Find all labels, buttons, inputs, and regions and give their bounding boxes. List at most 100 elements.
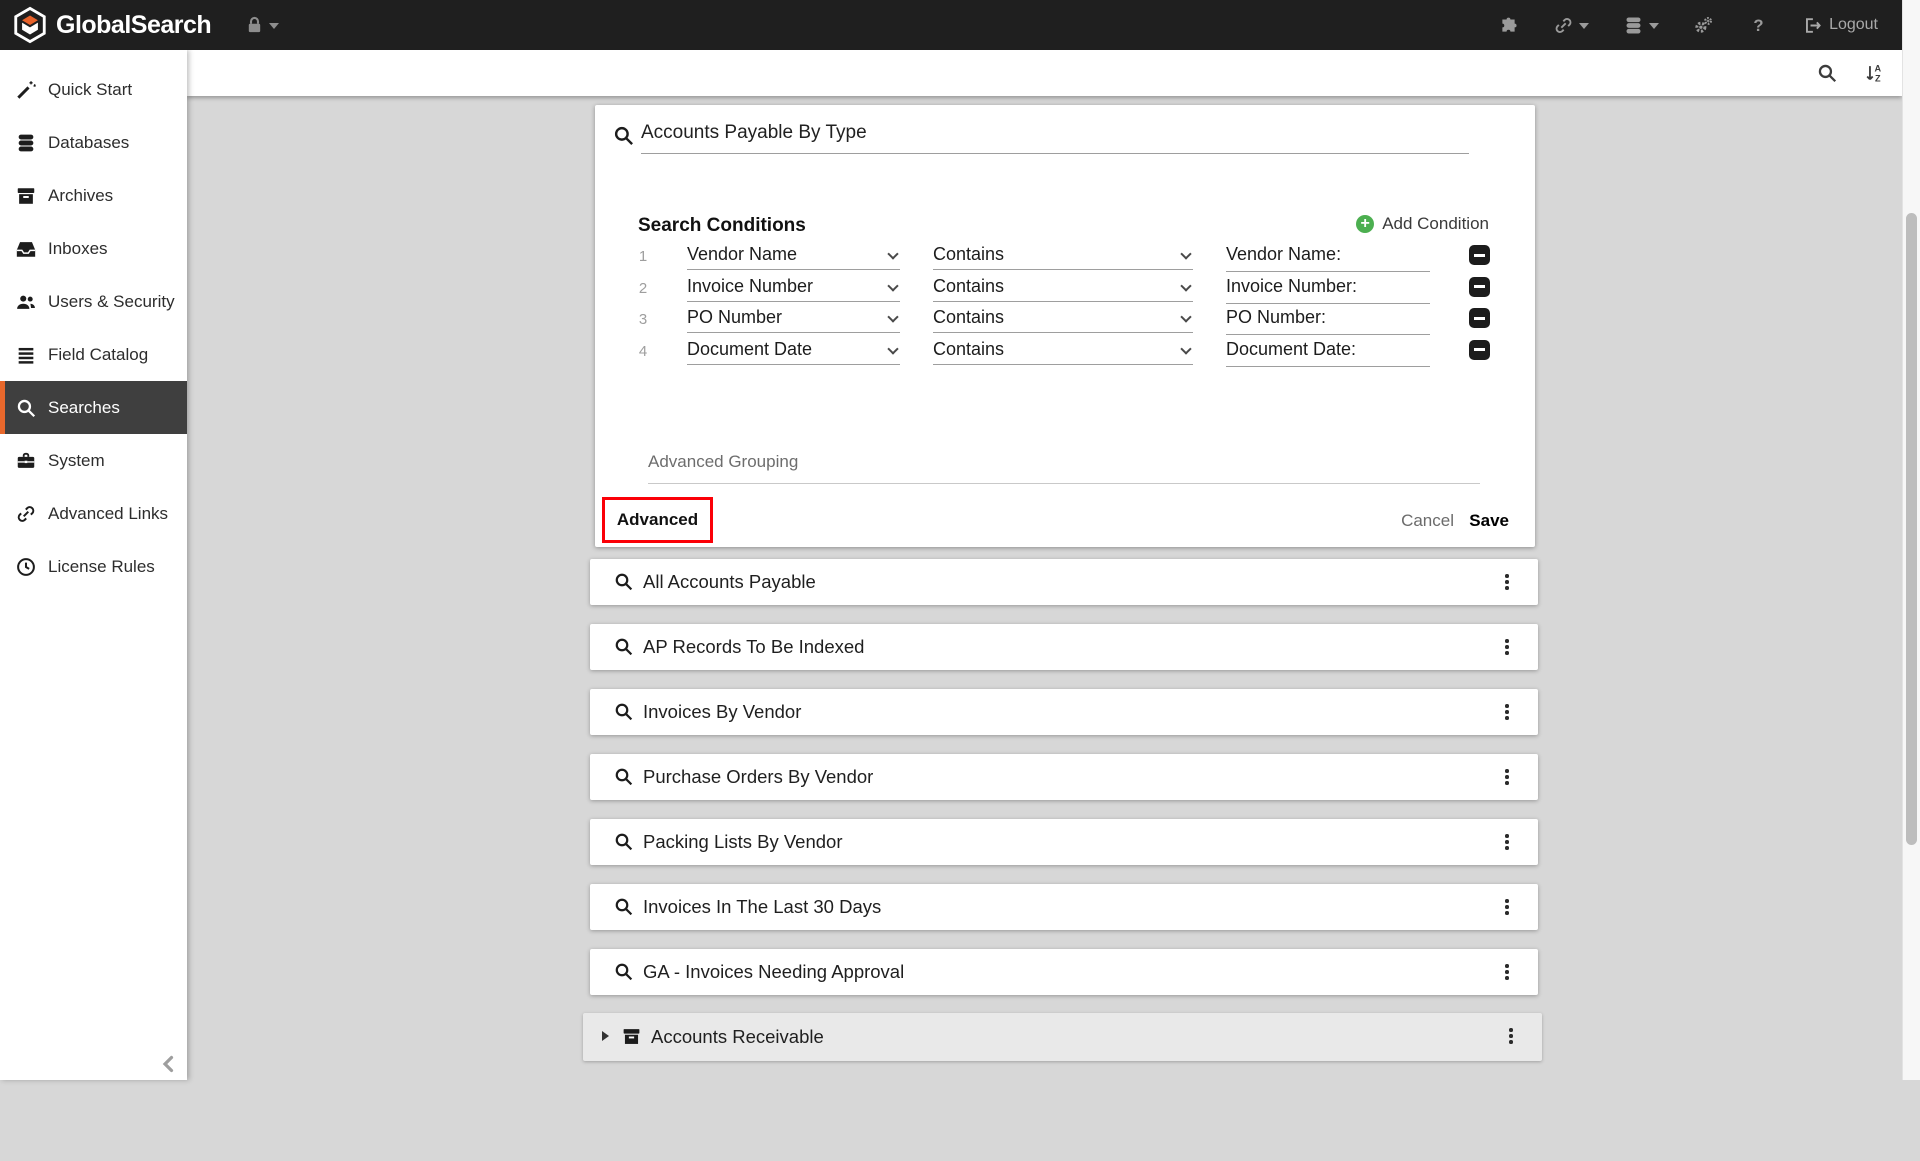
link-icon [1553, 15, 1574, 36]
search-icon [612, 124, 635, 147]
gears-icon [1693, 15, 1714, 36]
search-icon[interactable] [1816, 62, 1838, 84]
saved-search-row[interactable]: Packing Lists By Vendor [590, 819, 1538, 865]
save-button[interactable]: Save [1469, 511, 1509, 531]
operator-select[interactable]: Contains [933, 305, 1193, 333]
condition-number: 2 [635, 280, 651, 297]
prompt-input[interactable] [1226, 242, 1430, 272]
search-icon [613, 896, 634, 917]
advanced-button[interactable]: Advanced [602, 497, 713, 543]
saved-search-label: All Accounts Payable [643, 571, 816, 593]
search-editor-card: Search Conditions + Add Condition 1 Vend… [595, 105, 1535, 547]
saved-search-row[interactable]: All Accounts Payable [590, 559, 1538, 605]
saved-search-label: GA - Invoices Needing Approval [643, 961, 904, 983]
header-nav-button[interactable] [1498, 15, 1519, 36]
row-menu-button[interactable] [1498, 960, 1516, 984]
search-icon [613, 961, 634, 982]
sidebar-item[interactable]: Databases [0, 116, 187, 169]
sidebar-item-label: Quick Start [48, 80, 132, 100]
row-menu-button[interactable] [1498, 700, 1516, 724]
operator-select[interactable]: Contains [933, 274, 1193, 302]
operator-select[interactable]: Contains [933, 337, 1193, 365]
caret-down-icon [1579, 23, 1589, 29]
saved-search-label: Packing Lists By Vendor [643, 831, 843, 853]
remove-condition-button[interactable] [1469, 340, 1490, 360]
sidebar-item[interactable]: Searches [0, 381, 187, 434]
expand-triangle-icon[interactable] [602, 1031, 609, 1041]
advanced-grouping-label: Advanced Grouping [648, 452, 1480, 472]
search-icon [613, 571, 634, 592]
sidebar: Quick Start Databases Archives Inboxes U… [0, 50, 187, 1080]
condition-row: 3 PO Number Contains [595, 305, 1535, 337]
sidebar-item[interactable]: Quick Start [0, 63, 187, 116]
remove-condition-button[interactable] [1469, 245, 1490, 265]
search-name-input[interactable] [641, 118, 1469, 154]
scrollbar-thumb[interactable] [1906, 213, 1917, 845]
cancel-button[interactable]: Cancel [1401, 511, 1454, 531]
svg-text:A: A [1874, 64, 1881, 74]
add-condition-button[interactable]: + Add Condition [1356, 214, 1489, 234]
condition-row: 2 Invoice Number Contains [595, 274, 1535, 306]
row-menu-button[interactable] [1498, 895, 1516, 919]
sidebar-item-label: Inboxes [48, 239, 108, 259]
condition-number: 1 [635, 248, 651, 265]
link-icon [15, 503, 37, 525]
remove-condition-button[interactable] [1469, 308, 1490, 328]
remove-condition-button[interactable] [1469, 277, 1490, 297]
sidebar-item-label: Searches [48, 398, 120, 418]
prompt-input[interactable] [1226, 305, 1430, 335]
saved-search-row[interactable]: GA - Invoices Needing Approval [590, 949, 1538, 995]
row-menu-button[interactable] [1498, 570, 1516, 594]
sidebar-item[interactable]: Field Catalog [0, 328, 187, 381]
header-nav-button[interactable]: ? [1748, 15, 1769, 36]
field-select[interactable]: Document Date [687, 337, 900, 365]
sidebar-collapse-button[interactable] [157, 1052, 181, 1076]
row-menu-button[interactable] [1502, 1024, 1520, 1048]
field-select[interactable]: Vendor Name [687, 242, 900, 270]
row-menu-button[interactable] [1498, 635, 1516, 659]
lock-menu[interactable] [244, 0, 279, 50]
saved-search-label: Invoices In The Last 30 Days [643, 896, 881, 918]
svg-text:?: ? [1753, 15, 1763, 34]
help-icon: ? [1748, 15, 1769, 36]
row-menu-button[interactable] [1498, 765, 1516, 789]
archive-icon [15, 185, 37, 207]
saved-search-row[interactable]: AP Records To Be Indexed [590, 624, 1538, 670]
header-nav-button[interactable] [1623, 15, 1659, 36]
saved-search-row[interactable]: Invoices By Vendor [590, 689, 1538, 735]
header-nav-button[interactable] [1693, 15, 1714, 36]
lock-icon [244, 15, 265, 36]
page-scrollbar[interactable] [1902, 0, 1920, 1080]
row-menu-button[interactable] [1498, 830, 1516, 854]
logout-button[interactable]: Logout [1803, 16, 1878, 35]
prompt-input[interactable] [1226, 274, 1430, 304]
condition-number: 4 [635, 343, 651, 360]
advanced-grouping-input[interactable] [648, 472, 1480, 484]
prompt-input[interactable] [1226, 337, 1430, 367]
sort-az-icon[interactable]: AZ [1864, 62, 1886, 84]
operator-select[interactable]: Contains [933, 242, 1193, 270]
sidebar-item[interactable]: Inboxes [0, 222, 187, 275]
sidebar-item[interactable]: Advanced Links [0, 487, 187, 540]
sidebar-item[interactable]: Users & Security [0, 275, 187, 328]
condition-row: 4 Document Date Contains [595, 337, 1535, 369]
field-select[interactable]: PO Number [687, 305, 900, 333]
field-select[interactable]: Invoice Number [687, 274, 900, 302]
briefcase-icon [15, 450, 37, 472]
sidebar-item[interactable]: License Rules [0, 540, 187, 593]
search-icon [613, 636, 634, 657]
saved-search-row[interactable]: Invoices In The Last 30 Days [590, 884, 1538, 930]
sidebar-item-label: System [48, 451, 105, 471]
logout-icon [1803, 16, 1822, 35]
sidebar-item[interactable]: Archives [0, 169, 187, 222]
sidebar-item[interactable]: System [0, 434, 187, 487]
header-nav-button[interactable] [1553, 15, 1589, 36]
app-header: GlobalSearch [0, 0, 1902, 50]
clock-icon [15, 556, 37, 578]
plus-circle-icon: + [1356, 215, 1374, 233]
search-icon [15, 397, 37, 419]
search-icon [613, 766, 634, 787]
archive-group-row[interactable]: Accounts Receivable [583, 1013, 1542, 1061]
saved-search-row[interactable]: Purchase Orders By Vendor [590, 754, 1538, 800]
archive-group-label: Accounts Receivable [651, 1026, 824, 1048]
